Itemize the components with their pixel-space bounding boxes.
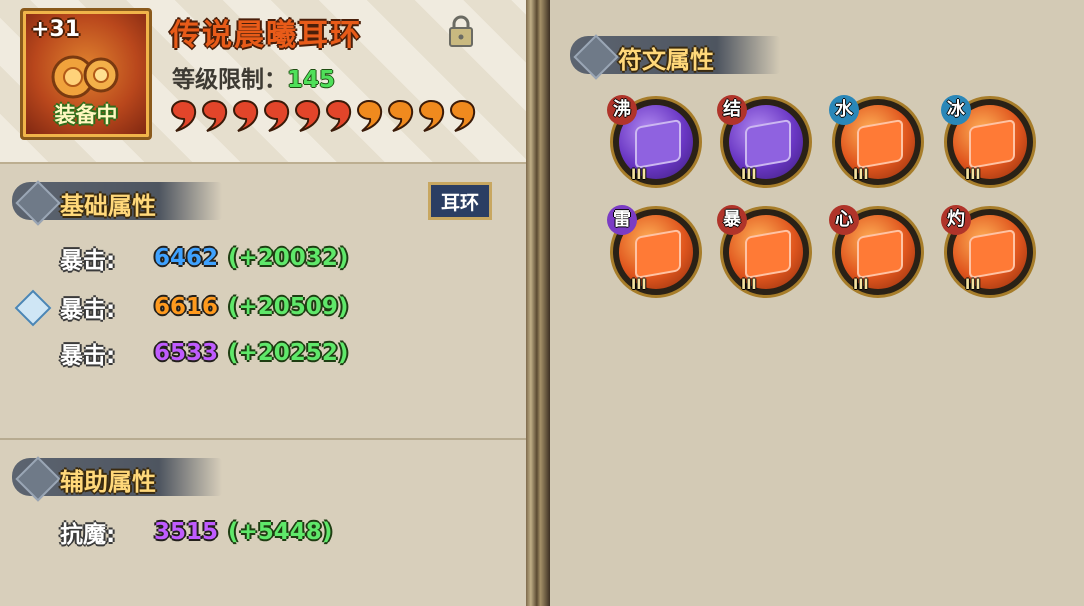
- rune-grade: III: [631, 167, 647, 183]
- stat-label: 暴击:: [60, 297, 116, 323]
- stat-label: 暴击:: [60, 343, 116, 369]
- rune-slot[interactable]: 雷 III: [607, 205, 702, 298]
- stat-label: 暴击:: [60, 248, 116, 274]
- rune-tag: 暴: [717, 205, 747, 235]
- stat-bonus: (+20032): [228, 245, 349, 271]
- stat-bonus: (+5448): [228, 519, 333, 545]
- stat-value: 3515: [154, 519, 219, 545]
- level-requirement-label: 等级限制：: [172, 67, 287, 93]
- diamond-icon: [15, 180, 61, 226]
- star-rating-icon: [449, 99, 476, 132]
- lock-icon[interactable]: [446, 14, 476, 48]
- rune-tile-icon: [745, 228, 791, 280]
- stat-bonus: (+20252): [228, 340, 349, 366]
- earring-icon: [51, 55, 119, 99]
- star-rating-icon: [294, 99, 321, 132]
- aux-attributes-title: 辅助属性: [60, 468, 156, 496]
- rune-tag: 心: [829, 205, 859, 235]
- rune-slot[interactable]: 心 III: [829, 205, 924, 298]
- rune-tag: 沸: [607, 95, 637, 125]
- stat-value: 6533: [154, 340, 219, 366]
- rune-slot[interactable]: 冰 III: [941, 95, 1036, 188]
- rune-grade: III: [965, 167, 981, 183]
- base-stat-row: 暴击: 6533 (+20252): [60, 336, 348, 370]
- star-rating-icon: [356, 99, 383, 132]
- star-rating-icon: [418, 99, 445, 132]
- rune-tile-icon: [635, 228, 681, 280]
- rune-grade: III: [741, 277, 757, 293]
- rune-attributes-header: 符文属性: [570, 34, 780, 80]
- rune-slot[interactable]: 水 III: [829, 95, 924, 188]
- rune-slot[interactable]: 沸 III: [607, 95, 702, 188]
- rune-tile-icon: [745, 118, 791, 170]
- rune-tile-icon: [969, 118, 1015, 170]
- rune-tile-icon: [857, 228, 903, 280]
- star-rating-icon: [170, 99, 197, 132]
- base-attributes-title: 基础属性: [60, 192, 156, 220]
- stat-value: 6462: [154, 245, 219, 271]
- aux-attributes-header: 辅助属性: [12, 456, 222, 502]
- section-divider: [0, 438, 526, 440]
- aux-stat-row: 抗魔: 3515 (+5448): [60, 515, 332, 549]
- level-requirement-value: 145: [287, 67, 336, 93]
- stat-label: 抗魔:: [60, 522, 116, 548]
- star-rating-icon: [325, 99, 352, 132]
- enhance-level: +31: [31, 17, 81, 42]
- equip-type-badge: 耳环: [428, 182, 492, 220]
- star-rating-icon: [387, 99, 414, 132]
- item-detail-panel: +31 装备中 传说晨曦耳环 等级限制：145 基础属性 耳环 暴击: 6462…: [0, 0, 526, 606]
- rune-tile-icon: [969, 228, 1015, 280]
- rune-slot[interactable]: 结 III: [717, 95, 812, 188]
- base-attributes-header: 基础属性: [12, 180, 222, 226]
- rune-slot[interactable]: 暴 III: [717, 205, 812, 298]
- base-stat-row[interactable]: 暴击: 6616 (+20509): [60, 290, 348, 324]
- rune-grade: III: [965, 277, 981, 293]
- diamond-icon: [573, 34, 619, 80]
- level-requirement: 等级限制：145: [172, 60, 335, 94]
- rune-tag: 雷: [607, 205, 637, 235]
- selected-marker-icon: [14, 289, 52, 327]
- rune-slot[interactable]: 灼 III: [941, 205, 1036, 298]
- star-rating: [168, 98, 477, 138]
- star-rating-icon: [232, 99, 259, 132]
- base-stat-row: 暴击: 6462 (+20032): [60, 241, 348, 275]
- rune-grade: III: [853, 277, 869, 293]
- rune-tag: 结: [717, 95, 747, 125]
- panel-divider: [526, 0, 550, 606]
- rune-attributes-title: 符文属性: [618, 46, 714, 74]
- equipped-status: 装备中: [54, 103, 118, 127]
- rune-tile-icon: [857, 118, 903, 170]
- item-name: 传说晨曦耳环: [170, 18, 362, 53]
- item-icon[interactable]: +31 装备中: [20, 8, 152, 140]
- star-rating-icon: [263, 99, 290, 132]
- item-header: +31 装备中 传说晨曦耳环 等级限制：145: [0, 0, 526, 164]
- rune-tag: 水: [829, 95, 859, 125]
- stat-bonus: (+20509): [228, 294, 349, 320]
- star-rating-icon: [201, 99, 228, 132]
- rune-tile-icon: [635, 118, 681, 170]
- rune-panel: 符文属性 沸 III 结 III 水 III 冰 III 雷 III 暴 III 心 III 灼 III: [550, 0, 1084, 606]
- rune-grade: III: [853, 167, 869, 183]
- rune-tag: 灼: [941, 205, 971, 235]
- diamond-icon: [15, 456, 61, 502]
- stat-value: 6616: [154, 294, 219, 320]
- rune-tag: 冰: [941, 95, 971, 125]
- rune-grade: III: [741, 167, 757, 183]
- rune-grade: III: [631, 277, 647, 293]
